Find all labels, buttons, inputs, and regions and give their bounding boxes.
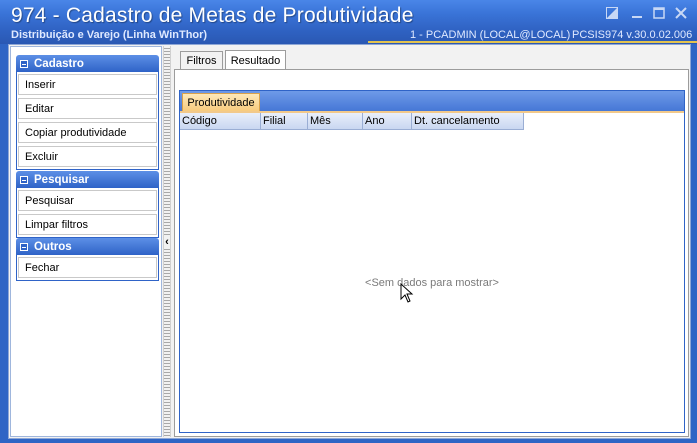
column-header-mes[interactable]: Mês [308, 113, 363, 130]
sidebar-item-editar[interactable]: Editar [18, 98, 157, 119]
sidebar-item-inserir[interactable]: Inserir [18, 74, 157, 95]
title-bar[interactable]: 974 - Cadastro de Metas de Produtividade… [0, 0, 697, 44]
restore-icon[interactable] [603, 4, 621, 22]
group-header-pesquisar[interactable]: Pesquisar [16, 171, 159, 188]
collapse-icon[interactable] [20, 175, 28, 184]
result-panel: Produtividade Código Filial Mês Ano Dt. … [179, 90, 685, 433]
column-header-ano[interactable]: Ano [363, 113, 412, 130]
window-title: 974 - Cadastro de Metas de Produtividade [11, 4, 414, 27]
column-header-codigo[interactable]: Código [180, 113, 261, 130]
user-info: 1 - PCADMIN (LOCAL@LOCAL) [410, 29, 571, 41]
window-subtitle: Distribuição e Varejo (Linha WinThor) [11, 29, 208, 41]
tab-content-resultado: Produtividade Código Filial Mês Ano Dt. … [174, 70, 689, 437]
tab-resultado[interactable]: Resultado [225, 50, 286, 70]
sidebar-item-limpar-filtros[interactable]: Limpar filtros [18, 214, 157, 235]
maximize-icon[interactable] [650, 4, 668, 22]
close-icon[interactable] [672, 4, 690, 22]
version-info: PCSIS974 v.30.0.02.006 [572, 29, 693, 41]
empty-grid-message: <Sem dados para mostrar> [365, 277, 499, 289]
column-header-dt-cancelamento[interactable]: Dt. cancelamento [412, 113, 524, 130]
mouse-pointer-icon [400, 282, 414, 303]
group-title: Outros [34, 240, 72, 253]
sidebar-item-pesquisar[interactable]: Pesquisar [18, 190, 157, 211]
collapse-icon[interactable] [20, 59, 28, 68]
sidebar-item-excluir[interactable]: Excluir [18, 146, 157, 167]
grid-header: Código Filial Mês Ano Dt. cancelamento [180, 113, 524, 130]
column-header-filial[interactable]: Filial [261, 113, 308, 130]
group-body-pesquisar: Pesquisar Limpar filtros [16, 188, 159, 238]
group-header-outros[interactable]: Outros [16, 238, 159, 255]
minimize-icon[interactable] [628, 4, 646, 22]
sidebar-item-fechar[interactable]: Fechar [18, 257, 157, 278]
group-header-cadastro[interactable]: Cadastro [16, 55, 159, 72]
collapse-icon[interactable] [20, 242, 28, 251]
tab-filtros[interactable]: Filtros [180, 51, 223, 70]
group-title: Pesquisar [34, 173, 89, 186]
client-area: Cadastro Inserir Editar Copiar produtivi… [8, 44, 691, 439]
group-title: Cadastro [34, 57, 84, 70]
group-body-outros: Fechar [16, 255, 159, 281]
subtab-produtividade[interactable]: Produtividade [182, 93, 260, 112]
chevron-left-icon[interactable]: ‹ [164, 236, 170, 248]
sidebar: Cadastro Inserir Editar Copiar produtivi… [10, 46, 162, 437]
sidebar-item-copiar-produtividade[interactable]: Copiar produtividade [18, 122, 157, 143]
info-underline [368, 41, 697, 43]
group-body-cadastro: Inserir Editar Copiar produtividade Excl… [16, 72, 159, 170]
